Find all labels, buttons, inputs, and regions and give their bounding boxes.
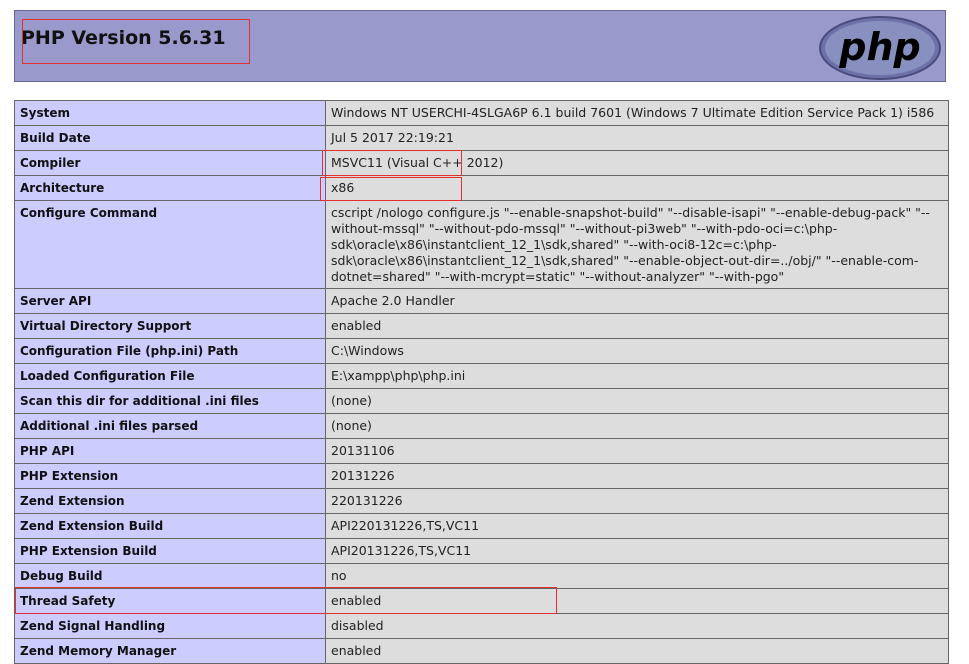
row-label: Scan this dir for additional .ini files bbox=[14, 388, 326, 414]
table-row: Zend Memory Manager enabled bbox=[14, 638, 949, 664]
row-value: 220131226 bbox=[325, 488, 949, 514]
table-row: Zend Extension 220131226 bbox=[14, 488, 949, 514]
row-value: 20131226 bbox=[325, 463, 949, 489]
row-label: Zend Signal Handling bbox=[14, 613, 326, 639]
row-value: 20131106 bbox=[325, 438, 949, 464]
row-label: PHP Extension bbox=[14, 463, 326, 489]
row-label: Configuration File (php.ini) Path bbox=[14, 338, 326, 364]
row-value: API220131226,TS,VC11 bbox=[325, 513, 949, 539]
table-row: PHP Extension Build API20131226,TS,VC11 bbox=[14, 538, 949, 564]
row-value: Jul 5 2017 22:19:21 bbox=[325, 125, 949, 151]
row-value: x86 bbox=[325, 175, 949, 201]
row-value: enabled bbox=[325, 588, 949, 614]
row-value: Apache 2.0 Handler bbox=[325, 288, 949, 314]
row-label: PHP Extension Build bbox=[14, 538, 326, 564]
table-row: Loaded Configuration File E:\xampp\php\ph… bbox=[14, 363, 949, 389]
table-row: PHP API 20131106 bbox=[14, 438, 949, 464]
table-row: PHP Extension 20131226 bbox=[14, 463, 949, 489]
table-row: Server API Apache 2.0 Handler bbox=[14, 288, 949, 314]
table-row: Scan this dir for additional .ini files(… bbox=[14, 388, 949, 414]
row-label: Compiler bbox=[14, 150, 326, 176]
row-label: Debug Build bbox=[14, 563, 326, 589]
table-row: Configuration File (php.ini) Path C:\Wind… bbox=[14, 338, 949, 364]
table-row: Build Date Jul 5 2017 22:19:21 bbox=[14, 125, 949, 151]
table-row: Zend Signal Handling disabled bbox=[14, 613, 949, 639]
row-label: Server API bbox=[14, 288, 326, 314]
row-label: Configure Command bbox=[14, 200, 326, 289]
row-label: System bbox=[14, 100, 326, 126]
row-label: Thread Safety bbox=[14, 588, 326, 614]
php-logo-icon[interactable]: php bbox=[818, 15, 942, 81]
row-value: API20131226,TS,VC11 bbox=[325, 538, 949, 564]
table-row: Zend Extension Build API220131226,TS,VC11 bbox=[14, 513, 949, 539]
row-value: (none) bbox=[325, 413, 949, 439]
table-row: Debug Build no bbox=[14, 563, 949, 589]
row-label: Zend Extension Build bbox=[14, 513, 326, 539]
row-label: Loaded Configuration File bbox=[14, 363, 326, 389]
table-row: Compiler MSVC11 (Visual C++ 2012) bbox=[14, 150, 949, 176]
row-value: C:\Windows bbox=[325, 338, 949, 364]
row-value: enabled bbox=[325, 638, 949, 664]
table-row: Thread Safety enabled bbox=[14, 588, 949, 614]
table-row: System Windows NT USERCHI-4SLGA6P 6.1 bui… bbox=[14, 100, 949, 126]
table-row: Virtual Directory Support enabled bbox=[14, 313, 949, 339]
row-value: enabled bbox=[325, 313, 949, 339]
row-value: cscript /nologo configure.js "--enable-s… bbox=[325, 200, 949, 289]
row-label: Architecture bbox=[14, 175, 326, 201]
row-value: E:\xampp\php\php.ini bbox=[325, 363, 949, 389]
row-value: MSVC11 (Visual C++ 2012) bbox=[325, 150, 949, 176]
table-row: Configure Command cscript /nologo configu… bbox=[14, 200, 949, 289]
php-version-header: PHP Version 5.6.31 php bbox=[14, 10, 946, 82]
php-logo-text: php bbox=[838, 25, 920, 69]
row-label: PHP API bbox=[14, 438, 326, 464]
row-value: Windows NT USERCHI-4SLGA6P 6.1 build 760… bbox=[325, 100, 949, 126]
row-label: Build Date bbox=[14, 125, 326, 151]
row-label: Zend Extension bbox=[14, 488, 326, 514]
row-label: Additional .ini files parsed bbox=[14, 413, 326, 439]
row-label: Zend Memory Manager bbox=[14, 638, 326, 664]
row-value: disabled bbox=[325, 613, 949, 639]
row-value: no bbox=[325, 563, 949, 589]
page-title: PHP Version 5.6.31 bbox=[21, 27, 226, 49]
php-info-table: System Windows NT USERCHI-4SLGA6P 6.1 bui… bbox=[14, 100, 949, 664]
row-value: (none) bbox=[325, 388, 949, 414]
row-label: Virtual Directory Support bbox=[14, 313, 326, 339]
table-row: Additional .ini files parsed (none) bbox=[14, 413, 949, 439]
table-row: Architecture x86 bbox=[14, 175, 949, 201]
